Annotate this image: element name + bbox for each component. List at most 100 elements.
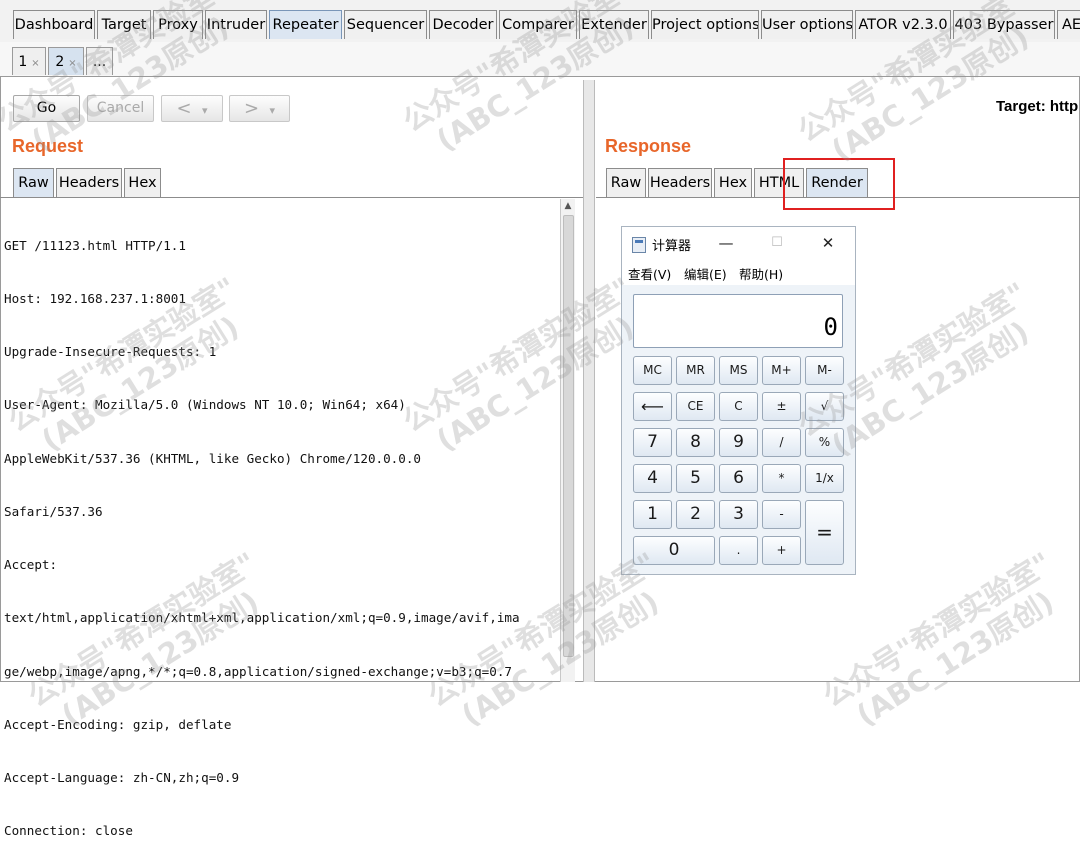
key-subtract[interactable]: - [762, 500, 801, 529]
request-line: Connection: close [4, 823, 133, 839]
calculator-window: 计算器 — ☐ ✕ 查看(V) 编辑(E) 帮助(H) 0 MC MR MS M… [621, 226, 856, 575]
tab-repeater[interactable]: Repeater [269, 10, 342, 39]
menu-help[interactable]: 帮助(H) [739, 264, 783, 283]
calculator-titlebar[interactable]: 计算器 — ☐ ✕ [622, 227, 855, 261]
go-button[interactable]: Go [13, 95, 80, 122]
request-editor[interactable]: GET /11123.html HTTP/1.1 Host: 192.168.2… [4, 201, 556, 858]
key-mr[interactable]: MR [676, 356, 715, 385]
response-tab-raw[interactable]: Raw [606, 168, 646, 197]
back-button[interactable]: < ▾ [161, 95, 223, 122]
key-m-plus[interactable]: M+ [762, 356, 801, 385]
key-multiply[interactable]: * [762, 464, 801, 493]
repeater-tab-new[interactable]: ... [86, 47, 113, 75]
main-tab-bar: Dashboard Target Proxy Intruder Repeater… [0, 0, 1080, 43]
split-pane-divider[interactable] [583, 80, 595, 682]
request-line: Host: 192.168.237.1:8001 [4, 290, 186, 306]
scroll-thumb[interactable] [563, 215, 574, 657]
key-ms[interactable]: MS [719, 356, 758, 385]
tab-intruder[interactable]: Intruder [205, 10, 267, 39]
forward-arrow-icon: > [243, 98, 260, 119]
repeater-tab-2[interactable]: 2 × [48, 47, 84, 75]
key-2[interactable]: 2 [676, 500, 715, 529]
tab-dashboard[interactable]: Dashboard [13, 10, 95, 39]
key-equals[interactable]: = [805, 500, 844, 565]
key-m-minus[interactable]: M- [805, 356, 844, 385]
forward-button[interactable]: > ▾ [229, 95, 290, 122]
key-9[interactable]: 9 [719, 428, 758, 457]
menu-edit[interactable]: 编辑(E) [684, 264, 727, 283]
request-line: GET /11123.html HTTP/1.1 [4, 237, 186, 253]
request-line: Safari/537.36 [4, 503, 103, 519]
request-tab-hex[interactable]: Hex [124, 168, 161, 197]
request-line: ge/webp,image/apng,*/*;q=0.8,application… [4, 663, 512, 679]
request-line: text/html,application/xhtml+xml,applicat… [4, 610, 520, 626]
request-line: Accept-Language: zh-CN,zh;q=0.9 [4, 770, 240, 785]
request-line: AppleWebKit/537.36 (KHTML, like Gecko) C… [4, 450, 422, 466]
back-arrow-icon: < [176, 98, 192, 119]
request-line: Accept: [4, 557, 58, 572]
request-tab-raw[interactable]: Raw [13, 168, 54, 197]
request-title: Request [12, 136, 84, 156]
tab-target[interactable]: Target [97, 10, 151, 39]
close-icon[interactable]: × [68, 58, 76, 69]
key-6[interactable]: 6 [719, 464, 758, 493]
scroll-up-icon[interactable]: ▲ [561, 199, 575, 213]
menu-view[interactable]: 查看(V) [628, 264, 671, 283]
key-percent[interactable]: % [805, 428, 844, 457]
tab-decoder[interactable]: Decoder [429, 10, 497, 39]
tab-extender[interactable]: Extender [579, 10, 649, 39]
key-ce[interactable]: CE [676, 392, 715, 421]
key-sqrt[interactable]: √ [805, 392, 844, 421]
tab-ator[interactable]: ATOR v2.3.0 [855, 10, 951, 39]
chevron-down-icon: ▾ [202, 104, 208, 117]
key-3[interactable]: 3 [719, 500, 758, 529]
key-divide[interactable]: / [762, 428, 801, 457]
key-1[interactable]: 1 [633, 500, 672, 529]
tab-proxy[interactable]: Proxy [153, 10, 203, 39]
key-0[interactable]: 0 [633, 536, 715, 565]
tab-more[interactable]: AE [1057, 10, 1080, 39]
key-8[interactable]: 8 [676, 428, 715, 457]
tab-user-options[interactable]: User options [761, 10, 853, 39]
calculator-app-icon [632, 237, 646, 253]
repeater-tab-label: 2 [55, 54, 65, 70]
repeater-tab-label: 1 [18, 54, 28, 70]
key-4[interactable]: 4 [633, 464, 672, 493]
request-line: Upgrade-Insecure-Requests: 1 [4, 344, 217, 359]
close-icon[interactable]: × [31, 58, 39, 69]
key-reciprocal[interactable]: 1/x [805, 464, 844, 493]
tab-comparer[interactable]: Comparer [499, 10, 577, 39]
response-title: Response [605, 136, 692, 156]
request-line: Accept-Encoding: gzip, deflate [4, 716, 232, 732]
key-5[interactable]: 5 [676, 464, 715, 493]
repeater-tab-bar: 1 × 2 × ... [0, 42, 1080, 77]
render-tab-highlight-box [783, 158, 895, 210]
key-backspace[interactable]: ⟵ [633, 392, 672, 421]
key-plus-minus[interactable]: ± [762, 392, 801, 421]
calculator-display: 0 [633, 294, 843, 348]
calculator-menubar: 查看(V) 编辑(E) 帮助(H) [622, 261, 855, 285]
request-line: User-Agent: Mozilla/5.0 (Windows NT 10.0… [4, 397, 406, 413]
response-tab-headers[interactable]: Headers [648, 168, 712, 197]
request-tab-headers[interactable]: Headers [56, 168, 122, 197]
tab-sequencer[interactable]: Sequencer [344, 10, 427, 39]
display-value: 0 [823, 313, 838, 341]
key-mc[interactable]: MC [633, 356, 672, 385]
request-scrollbar[interactable]: ▲ [560, 199, 575, 682]
minimize-icon[interactable]: — [712, 231, 740, 255]
tab-project-options[interactable]: Project options [651, 10, 759, 39]
chevron-down-icon: ▾ [269, 104, 276, 117]
repeater-tab-1[interactable]: 1 × [12, 47, 46, 75]
key-7[interactable]: 7 [633, 428, 672, 457]
request-tab-underline [0, 197, 583, 198]
target-label[interactable]: Target: http [996, 98, 1078, 115]
maximize-icon[interactable]: ☐ [763, 231, 791, 255]
tab-403-bypasser[interactable]: 403 Bypasser [953, 10, 1055, 39]
response-tab-hex[interactable]: Hex [714, 168, 752, 197]
close-icon[interactable]: ✕ [814, 231, 842, 255]
calculator-title: 计算器 [652, 239, 692, 254]
key-c[interactable]: C [719, 392, 758, 421]
key-decimal[interactable]: . [719, 536, 758, 565]
key-add[interactable]: + [762, 536, 801, 565]
cancel-button[interactable]: Cancel [87, 95, 154, 122]
